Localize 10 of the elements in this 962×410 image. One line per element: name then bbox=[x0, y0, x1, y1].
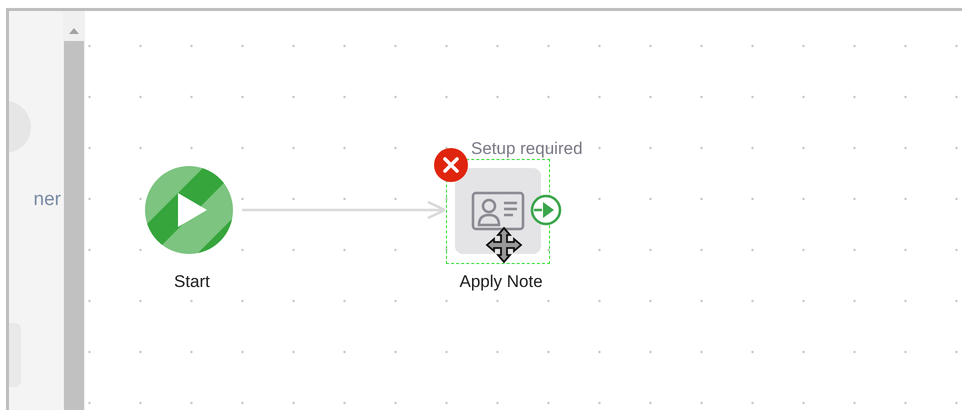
error-close-icon[interactable] bbox=[434, 148, 468, 182]
scroll-up-icon[interactable] bbox=[69, 28, 79, 34]
sidebar-item-text: ner bbox=[34, 188, 61, 212]
contact-card-icon bbox=[471, 191, 525, 231]
node-label: Apply Note bbox=[460, 273, 543, 290]
move-cursor-icon bbox=[485, 226, 523, 264]
status-text: Setup required bbox=[471, 140, 583, 157]
scrollbar-thumb[interactable] bbox=[64, 41, 84, 410]
node-label: Start bbox=[174, 273, 210, 290]
scrollbar[interactable] bbox=[63, 11, 85, 410]
